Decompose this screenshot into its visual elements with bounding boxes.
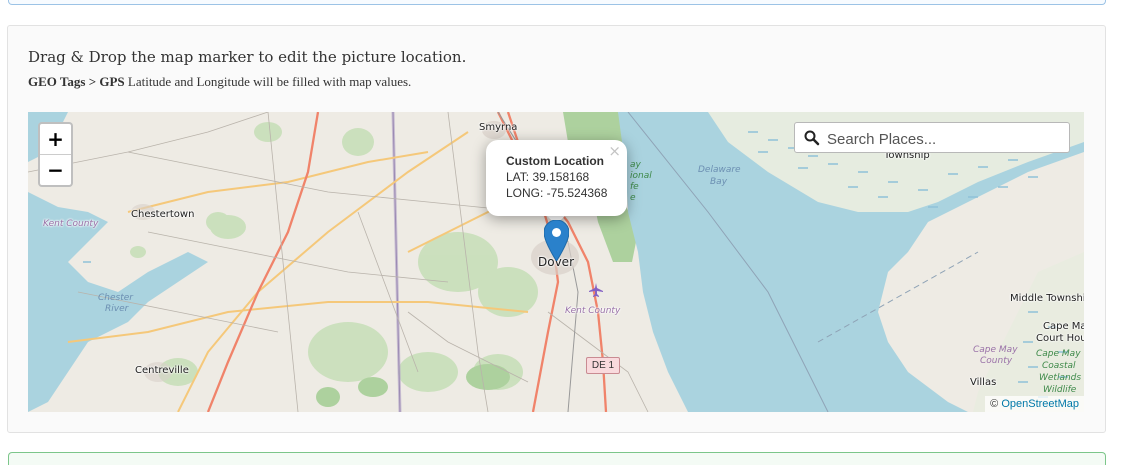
label-delaware: Delaware bbox=[698, 165, 741, 175]
label-coastal-wetlands-1: Cape May bbox=[1036, 349, 1081, 359]
label-centreville: Centreville bbox=[135, 365, 189, 376]
label-cape-may-county-2: County bbox=[980, 356, 1013, 366]
label-chestertown: Chestertown bbox=[131, 209, 195, 220]
attribution-copyright: © bbox=[990, 398, 999, 410]
label-bay: Bay bbox=[710, 177, 728, 187]
label-smyrna: Smyrna bbox=[479, 122, 518, 133]
label-refuge-2: ional bbox=[630, 171, 652, 181]
label-middle-township: Middle Townshi bbox=[1010, 293, 1084, 304]
label-refuge-3: fe bbox=[630, 182, 639, 192]
search-icon bbox=[804, 130, 820, 146]
map-attribution: © OpenStreetMap bbox=[985, 396, 1084, 412]
instructions-subtext: GEO Tags > GPS Latitude and Longitude wi… bbox=[28, 74, 411, 90]
location-popup: × Custom Location LAT: 39.158168 LONG: -… bbox=[486, 140, 627, 216]
next-panel-edge bbox=[8, 452, 1106, 465]
geo-tags-path: GEO Tags > GPS bbox=[28, 74, 125, 89]
label-coastal-wetlands-3: Wetlands bbox=[1039, 373, 1082, 383]
map-marker-icon[interactable] bbox=[544, 220, 569, 261]
label-refuge-1: ay bbox=[630, 160, 641, 170]
openstreetmap-link[interactable]: OpenStreetMap bbox=[1001, 398, 1079, 410]
label-chester: Chester bbox=[98, 293, 133, 303]
label-river: River bbox=[105, 304, 129, 314]
label-cape-may-court-house-2: Court Hou bbox=[1036, 333, 1084, 344]
map-viewport[interactable]: Smyrna Township Chestertown Kent County … bbox=[28, 112, 1084, 412]
instructions-subtext-body: Latitude and Longitude will be filled wi… bbox=[127, 74, 412, 89]
close-icon[interactable]: × bbox=[608, 142, 621, 160]
label-kent-county-de: Kent County bbox=[565, 306, 621, 316]
label-refuge-4: e bbox=[630, 193, 636, 203]
label-cape-may-county-1: Cape May bbox=[973, 345, 1018, 355]
zoom-in-button[interactable]: + bbox=[40, 124, 71, 155]
instructions-heading: Drag & Drop the map marker to edit the p… bbox=[28, 48, 467, 66]
popup-latitude: LAT: 39.158168 bbox=[506, 170, 590, 184]
map-location-card: Drag & Drop the map marker to edit the p… bbox=[7, 25, 1106, 433]
label-cape-may-court-house-1: Cape Ma bbox=[1043, 321, 1084, 332]
label-villas: Villas bbox=[970, 377, 997, 388]
route-shield-de1: DE 1 bbox=[586, 357, 620, 374]
label-coastal-wetlands-4: Wildlife bbox=[1043, 385, 1077, 395]
previous-panel-edge bbox=[8, 0, 1106, 5]
popup-title: Custom Location bbox=[506, 154, 604, 168]
airport-icon bbox=[589, 283, 603, 297]
popup-longitude: LONG: -75.524368 bbox=[506, 186, 608, 200]
label-coastal-wetlands-2: Coastal bbox=[1042, 361, 1076, 371]
label-kent-county-md: Kent County bbox=[43, 219, 99, 229]
zoom-out-button[interactable]: − bbox=[40, 155, 71, 185]
search-places-input[interactable] bbox=[825, 127, 1065, 151]
zoom-control: + − bbox=[38, 122, 73, 187]
search-places-box bbox=[794, 122, 1070, 153]
